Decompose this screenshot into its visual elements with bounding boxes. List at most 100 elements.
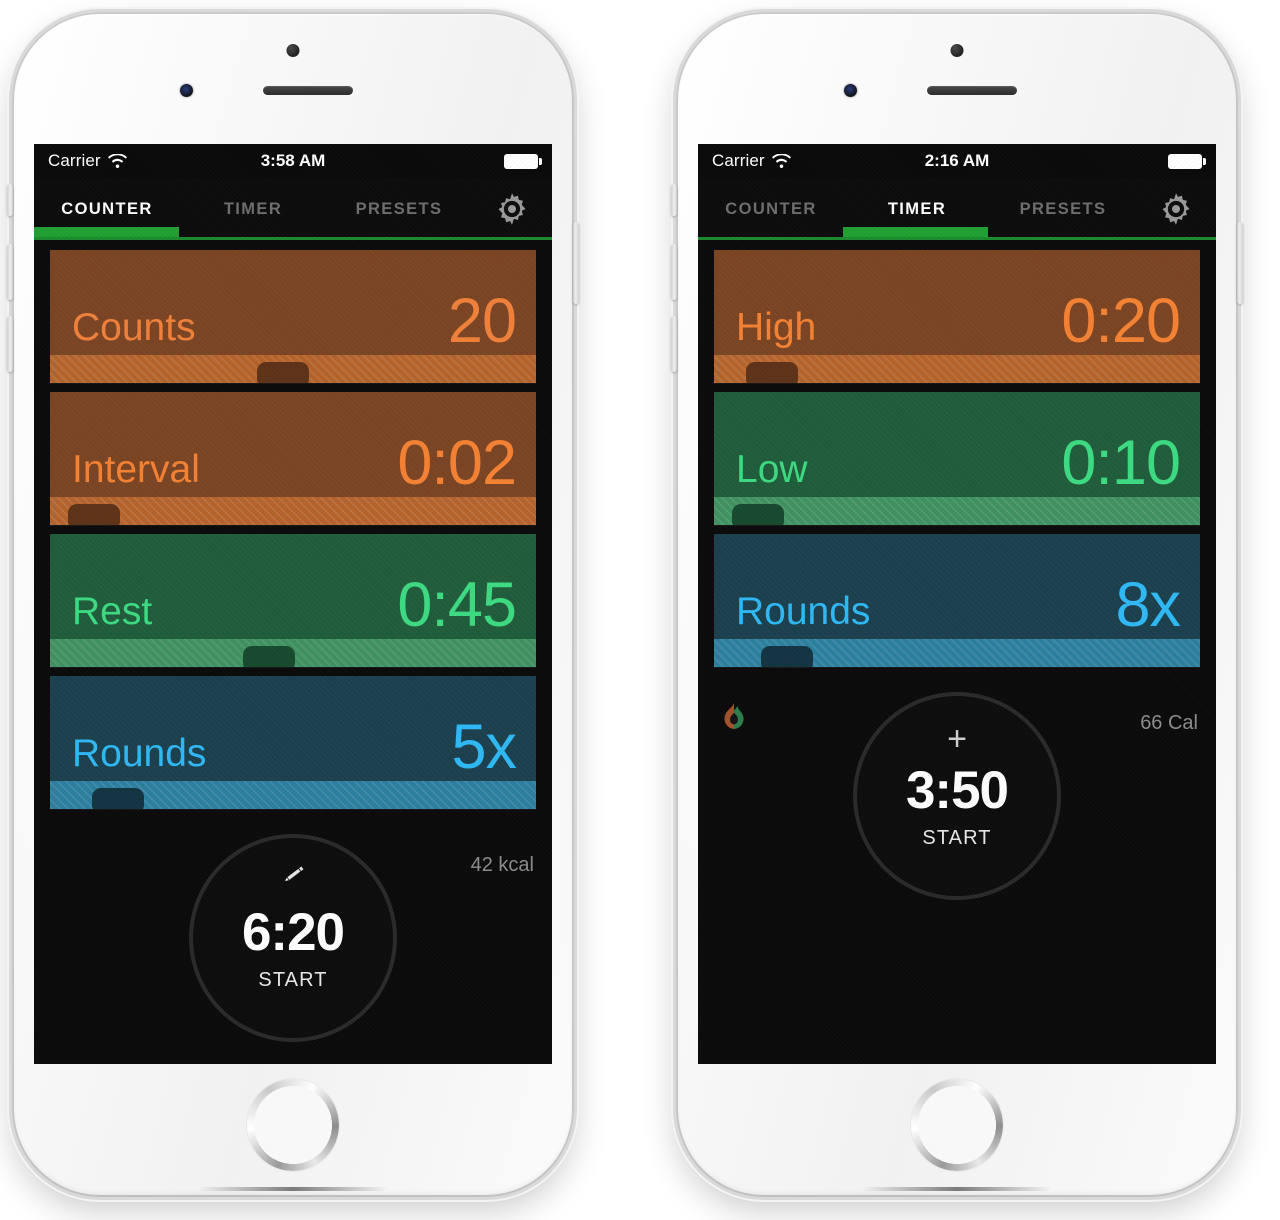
status-right [504, 153, 542, 169]
tab-indicator-fill [843, 227, 989, 237]
volume-up-button[interactable] [7, 244, 13, 300]
wifi-icon [107, 152, 127, 169]
setting-card-rounds[interactable]: Rounds 5x [50, 676, 536, 809]
tab-timer[interactable]: TIMER [844, 200, 990, 219]
card-slider-track-low[interactable] [714, 497, 1200, 525]
start-button[interactable]: 6:20 START [193, 838, 393, 1038]
tab-presets[interactable]: PRESETS [326, 200, 472, 219]
setting-card-interval[interactable]: Interval 0:02 [50, 392, 536, 525]
track-texture [714, 497, 1200, 525]
card-label-counts: Counts [72, 306, 196, 349]
card-slider-track-interval[interactable] [50, 497, 536, 525]
setting-card-rounds[interactable]: Rounds 8x [714, 534, 1200, 667]
card-value-low: 0:10 [1061, 428, 1181, 498]
flame-icon-wrap [716, 700, 752, 741]
card-label-rounds: Rounds [72, 732, 207, 775]
home-button[interactable] [247, 1079, 339, 1171]
tab-bar: COUNTER TIMER PRESETS [34, 178, 552, 240]
tab-indicator [698, 227, 1216, 240]
status-right [1168, 153, 1206, 169]
card-value-rounds: 8x [1115, 570, 1181, 640]
pencil-icon-wrap[interactable] [280, 860, 306, 894]
phone-screen: Carrier 2:16 AM COUNTER TIMER PRESETS Hi… [698, 144, 1216, 1064]
volume-down-button[interactable] [671, 316, 677, 372]
card-label-high: High [736, 306, 817, 349]
home-button[interactable] [911, 1079, 1003, 1171]
card-slider-track-high[interactable] [714, 355, 1200, 383]
start-label: START [922, 827, 992, 849]
total-time-value: 3:50 [905, 761, 1009, 820]
card-slider-handle-rounds[interactable] [92, 788, 145, 809]
card-label-rounds: Rounds [736, 590, 871, 633]
setting-card-counts[interactable]: Counts 20 [50, 250, 536, 383]
status-left: Carrier [712, 151, 791, 171]
start-label: START [258, 969, 328, 991]
power-button[interactable] [573, 222, 579, 304]
calorie-label: 66 Cal [1140, 712, 1198, 734]
carrier-label: Carrier [712, 151, 765, 170]
card-slider-track-rounds[interactable] [714, 639, 1200, 667]
tab-bar: COUNTER TIMER PRESETS [698, 178, 1216, 240]
settings-card-list: High 0:20 Low 0:10 Rounds 8x [698, 240, 1216, 667]
card-value-high: 0:20 [1061, 286, 1181, 356]
pencil-icon[interactable] [280, 860, 306, 886]
phone-bottom-line [198, 1187, 388, 1191]
phone-screen: Carrier 3:58 AM COUNTER TIMER PRESETS Co… [34, 144, 552, 1064]
card-slider-handle-interval[interactable] [67, 504, 120, 525]
volume-up-button[interactable] [671, 244, 677, 300]
phone-timer: Carrier 2:16 AM COUNTER TIMER PRESETS Hi… [671, 12, 1243, 1197]
setting-card-rest[interactable]: Rest 0:45 [50, 534, 536, 667]
card-label-low: Low [736, 448, 808, 491]
card-slider-track-rest[interactable] [50, 639, 536, 667]
start-button[interactable]: + 3:50 START [857, 696, 1057, 896]
track-texture [50, 497, 536, 525]
plus-icon[interactable]: + [947, 722, 967, 756]
card-value-interval: 0:02 [397, 428, 517, 498]
flame-icon [716, 700, 752, 736]
footer-panel: 66 Cal + 3:50 START [698, 676, 1216, 1064]
card-value-counts: 20 [447, 286, 517, 356]
earpiece-speaker [263, 86, 353, 95]
tab-presets[interactable]: PRESETS [990, 200, 1136, 219]
setting-card-low[interactable]: Low 0:10 [714, 392, 1200, 525]
front-camera [950, 44, 964, 57]
tab-indicator-fill [34, 227, 180, 237]
settings-button[interactable] [1136, 188, 1216, 230]
status-bar: Carrier 3:58 AM [34, 144, 552, 178]
card-label-rest: Rest [72, 590, 153, 633]
card-slider-handle-rest[interactable] [242, 646, 295, 667]
gear-icon[interactable] [1155, 188, 1197, 230]
card-slider-track-counts[interactable] [50, 355, 536, 383]
phone-counter: Carrier 3:58 AM COUNTER TIMER PRESETS Co… [7, 12, 579, 1197]
battery-full-icon [504, 153, 542, 169]
gear-icon[interactable] [491, 188, 533, 230]
carrier-label: Carrier [48, 151, 101, 170]
front-camera [286, 44, 300, 57]
wifi-icon [771, 152, 791, 169]
footer-panel: 42 kcal 6:20 START [34, 818, 552, 1064]
phone-bottom-line [862, 1187, 1052, 1191]
tab-counter[interactable]: COUNTER [34, 200, 180, 219]
volume-down-button[interactable] [7, 316, 13, 372]
card-slider-handle-counts[interactable] [257, 362, 310, 383]
screenshot-stage: Carrier 3:58 AM COUNTER TIMER PRESETS Co… [0, 0, 1280, 1220]
silent-switch[interactable] [671, 184, 677, 216]
card-slider-handle-high[interactable] [746, 362, 799, 383]
tab-timer[interactable]: TIMER [180, 200, 326, 219]
card-slider-handle-rounds[interactable] [760, 646, 813, 667]
calorie-label: 42 kcal [470, 854, 534, 876]
proximity-sensor [844, 84, 857, 97]
silent-switch[interactable] [7, 184, 13, 216]
status-left: Carrier [48, 151, 127, 171]
card-slider-handle-low[interactable] [731, 504, 784, 525]
battery-full-icon [1168, 153, 1206, 169]
card-label-interval: Interval [72, 448, 200, 491]
tab-indicator [34, 227, 552, 240]
power-button[interactable] [1237, 222, 1243, 304]
setting-card-high[interactable]: High 0:20 [714, 250, 1200, 383]
card-value-rest: 0:45 [397, 570, 517, 640]
card-slider-track-rounds[interactable] [50, 781, 536, 809]
tab-counter[interactable]: COUNTER [698, 200, 844, 219]
settings-button[interactable] [472, 188, 552, 230]
card-value-rounds: 5x [451, 712, 517, 782]
